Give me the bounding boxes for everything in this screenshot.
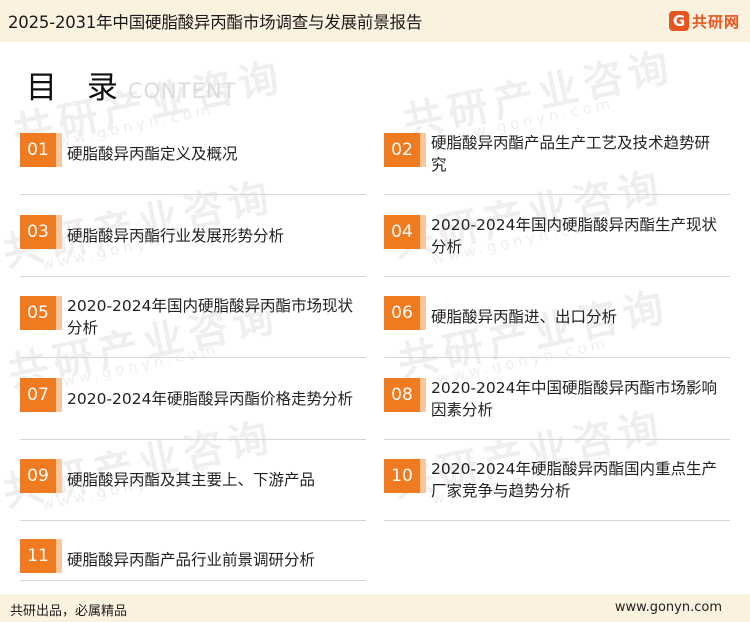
toc-item-label: 2020-2024年硬脂酸异丙酯国内重点生产厂家竞争与趋势分析 (431, 460, 717, 500)
footer-website: www.gonyn.com (614, 600, 722, 615)
toc-item-02[interactable]: 02 硬脂酸异丙酯产品生产工艺及技术趋势研究 (384, 132, 730, 195)
top-banner: 2025-2031年中国硬脂酸异丙酯市场调查与发展前景报告 G 共研网 (0, 0, 750, 42)
toc-item-label: 2020-2024年硬脂酸异丙酯价格走势分析 (67, 390, 353, 408)
toc-item-label: 2020-2024年国内硬脂酸异丙酯生产现状分析 (431, 216, 717, 256)
toc-item-05[interactable]: 05 2020-2024年国内硬脂酸异丙酯市场现状分析 (20, 295, 366, 358)
toc-number-badge: 06 (384, 296, 426, 330)
toc-item-07[interactable]: 07 2020-2024年硬脂酸异丙酯价格走势分析 (20, 377, 366, 440)
toc-number-badge: 09 (20, 459, 62, 493)
toc-number-badge: 08 (384, 378, 426, 412)
toc-number-badge: 04 (384, 215, 426, 249)
toc-number-badge: 05 (20, 296, 62, 330)
toc-number-badge: 07 (20, 378, 62, 412)
toc-item-01[interactable]: 01 硬脂酸异丙酯定义及概况 (20, 132, 366, 195)
toc-heading-title: 目 录 (26, 70, 128, 106)
toc-heading-subtitle: CONTENT (127, 79, 237, 103)
toc-number-badge: 01 (20, 133, 62, 167)
toc-item-label: 硬脂酸异丙酯及其主要上、下游产品 (67, 471, 316, 489)
toc-number-badge: 10 (384, 459, 426, 493)
toc-item-03[interactable]: 03 硬脂酸异丙酯行业发展形势分析 (20, 214, 366, 277)
toc-item-label: 硬脂酸异丙酯进、出口分析 (431, 308, 618, 326)
toc-item-04[interactable]: 04 2020-2024年国内硬脂酸异丙酯生产现状分析 (384, 214, 730, 277)
report-title: 2025-2031年中国硬脂酸异丙酯市场调查与发展前景报告 (8, 13, 423, 32)
brand-logo-icon: G (668, 11, 689, 31)
toc-item-09[interactable]: 09 硬脂酸异丙酯及其主要上、下游产品 (20, 458, 366, 521)
toc-item-08[interactable]: 08 2020-2024年中国硬脂酸异丙酯市场影响因素分析 (384, 377, 730, 440)
brand-logo-text: 共研网 (691, 12, 740, 31)
toc-heading: 目 录 CONTENT (26, 70, 236, 106)
toc-number-badge: 03 (20, 215, 62, 249)
toc-item-label: 硬脂酸异丙酯定义及概况 (67, 145, 238, 163)
toc-item-label: 硬脂酸异丙酯产品行业前景调研分析 (67, 551, 316, 569)
toc-item-10[interactable]: 10 2020-2024年硬脂酸异丙酯国内重点生产厂家竞争与趋势分析 (384, 458, 730, 521)
toc-item-label: 2020-2024年国内硬脂酸异丙酯市场现状分析 (67, 297, 353, 337)
toc-item-label: 2020-2024年中国硬脂酸异丙酯市场影响因素分析 (431, 379, 717, 419)
footer-band: 共研出品，必属精品 www.gonyn.com (0, 594, 750, 622)
toc-number-badge: 02 (384, 133, 426, 167)
footer-slogan: 共研出品，必属精品 (10, 604, 128, 619)
toc-item-11[interactable]: 11 硬脂酸异丙酯产品行业前景调研分析 (20, 538, 366, 581)
toc-item-label: 硬脂酸异丙酯行业发展形势分析 (67, 227, 285, 245)
toc-number-badge: 11 (20, 539, 62, 573)
toc-item-06[interactable]: 06 硬脂酸异丙酯进、出口分析 (384, 295, 730, 358)
brand-logo: G 共研网 (668, 8, 740, 34)
toc-item-label: 硬脂酸异丙酯产品生产工艺及技术趋势研究 (431, 134, 711, 174)
